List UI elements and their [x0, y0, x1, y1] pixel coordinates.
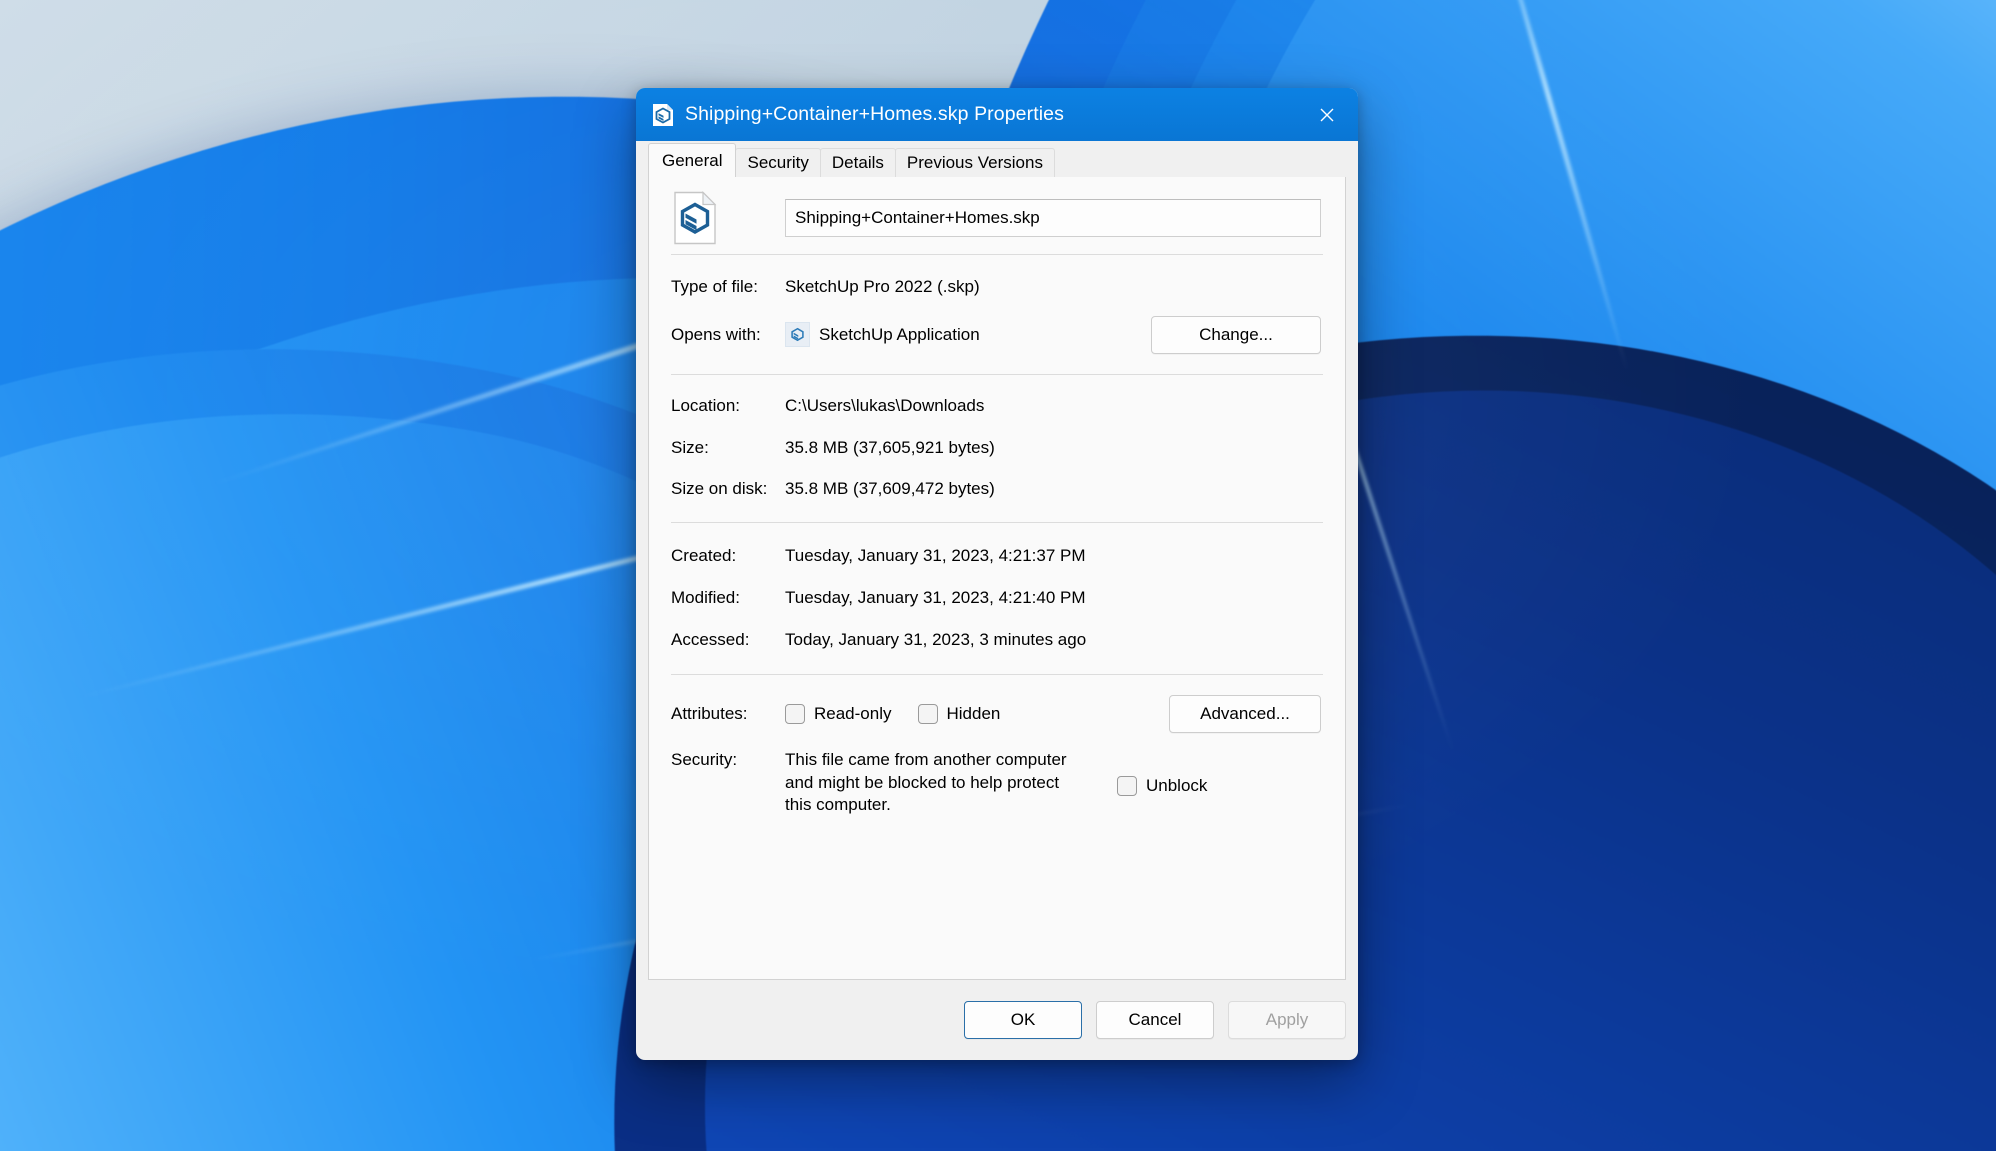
hidden-checkbox[interactable]: Hidden: [918, 703, 1001, 725]
tab-previous-versions[interactable]: Previous Versions: [895, 148, 1055, 177]
read-only-label: Read-only: [814, 703, 892, 725]
location-size-section: Location: C:\Users\lukas\Downloads Size:…: [671, 375, 1323, 522]
tab-details[interactable]: Details: [820, 148, 896, 177]
unblock-label: Unblock: [1146, 775, 1207, 797]
timestamps-section: Created: Tuesday, January 31, 2023, 4:21…: [671, 523, 1323, 674]
apply-button[interactable]: Apply: [1228, 1001, 1346, 1039]
type-of-file-row: Type of file: SketchUp Pro 2022 (.skp): [671, 276, 1323, 298]
attributes-security-section: Attributes: Read-only Hidden Advanced...…: [671, 675, 1323, 817]
advanced-button[interactable]: Advanced...: [1169, 695, 1321, 733]
location-value: C:\Users\lukas\Downloads: [785, 395, 1323, 417]
type-of-file-value: SketchUp Pro 2022 (.skp): [785, 276, 1323, 298]
file-header: Shipping+Container+Homes.skp: [671, 177, 1323, 254]
sketchup-file-icon: [671, 191, 785, 245]
file-properties-dialog: Shipping+Container+Homes.skp Properties …: [636, 88, 1358, 1060]
security-label: Security:: [671, 749, 785, 771]
title-bar[interactable]: Shipping+Container+Homes.skp Properties: [636, 88, 1358, 141]
checkbox-icon: [785, 704, 805, 724]
size-on-disk-row: Size on disk: 35.8 MB (37,609,472 bytes): [671, 478, 1323, 500]
general-tab-panel: Shipping+Container+Homes.skp Type of fil…: [648, 177, 1346, 980]
created-label: Created:: [671, 545, 785, 567]
tab-general[interactable]: General: [648, 143, 736, 177]
type-of-file-label: Type of file:: [671, 276, 785, 298]
checkbox-icon: [1117, 776, 1137, 796]
location-row: Location: C:\Users\lukas\Downloads: [671, 395, 1323, 417]
security-message: This file came from another computer and…: [785, 749, 1085, 817]
created-value: Tuesday, January 31, 2023, 4:21:37 PM: [785, 545, 1323, 567]
attributes-row: Attributes: Read-only Hidden Advanced...: [671, 695, 1323, 733]
size-label: Size:: [671, 437, 785, 459]
checkbox-icon: [918, 704, 938, 724]
opens-with-row: Opens with: SketchUp Application Change.…: [671, 316, 1323, 354]
unblock-checkbox[interactable]: Unblock: [1117, 749, 1207, 797]
opens-with-label: Opens with:: [671, 324, 785, 346]
modified-value: Tuesday, January 31, 2023, 4:21:40 PM: [785, 587, 1323, 609]
accessed-row: Accessed: Today, January 31, 2023, 3 min…: [671, 629, 1323, 651]
modified-label: Modified:: [671, 587, 785, 609]
change-button[interactable]: Change...: [1151, 316, 1321, 354]
close-icon[interactable]: [1296, 88, 1358, 141]
dialog-footer: OK Cancel Apply: [636, 980, 1358, 1060]
opens-with-app-name: SketchUp Application: [819, 324, 980, 346]
sketchup-file-icon: [652, 103, 674, 127]
hidden-label: Hidden: [947, 703, 1001, 725]
cancel-button[interactable]: Cancel: [1096, 1001, 1214, 1039]
tab-strip: General Security Details Previous Versio…: [636, 141, 1358, 177]
sketchup-app-icon: [785, 322, 810, 347]
security-row: Security: This file came from another co…: [671, 749, 1323, 817]
location-label: Location:: [671, 395, 785, 417]
attributes-label: Attributes:: [671, 703, 785, 725]
filename-input[interactable]: Shipping+Container+Homes.skp: [785, 199, 1321, 237]
window-title: Shipping+Container+Homes.skp Properties: [685, 103, 1064, 126]
size-on-disk-label: Size on disk:: [671, 478, 785, 500]
file-type-section: Type of file: SketchUp Pro 2022 (.skp) O…: [671, 255, 1323, 374]
modified-row: Modified: Tuesday, January 31, 2023, 4:2…: [671, 587, 1323, 609]
created-row: Created: Tuesday, January 31, 2023, 4:21…: [671, 545, 1323, 567]
filename-value: Shipping+Container+Homes.skp: [795, 208, 1040, 228]
accessed-label: Accessed:: [671, 629, 785, 651]
size-on-disk-value: 35.8 MB (37,609,472 bytes): [785, 478, 1323, 500]
tab-security[interactable]: Security: [735, 148, 820, 177]
size-value: 35.8 MB (37,605,921 bytes): [785, 437, 1323, 459]
ok-button[interactable]: OK: [964, 1001, 1082, 1039]
accessed-value: Today, January 31, 2023, 3 minutes ago: [785, 629, 1323, 651]
read-only-checkbox[interactable]: Read-only: [785, 703, 892, 725]
size-row: Size: 35.8 MB (37,605,921 bytes): [671, 437, 1323, 459]
